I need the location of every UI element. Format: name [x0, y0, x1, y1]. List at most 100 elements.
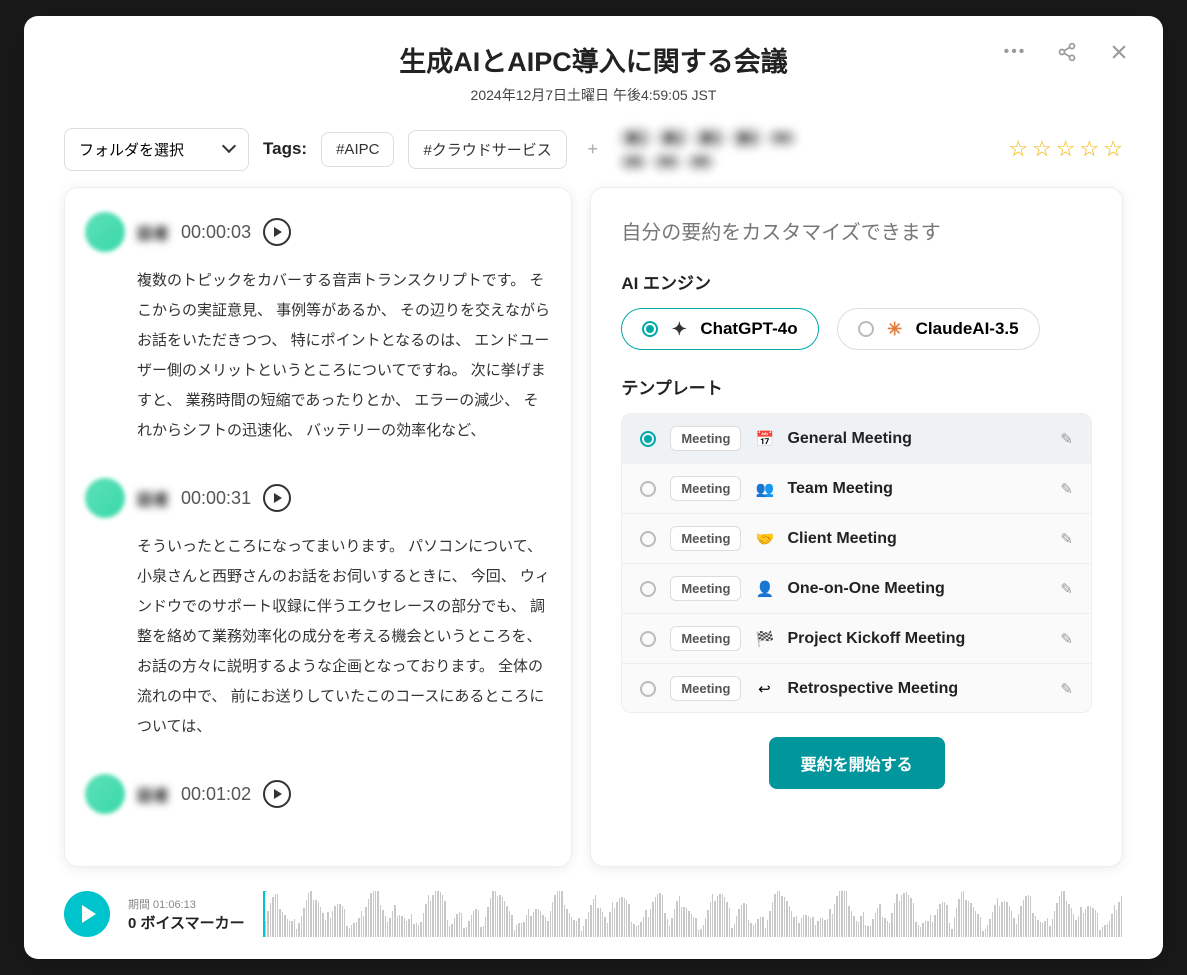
star-icon[interactable]: ☆: [1008, 136, 1028, 162]
speaker-avatar: [85, 212, 125, 252]
folder-select-label: フォルダを選択: [79, 139, 184, 160]
entry-timestamp: 00:00:03: [181, 222, 251, 243]
template-badge: Meeting: [670, 576, 741, 601]
waveform-cursor[interactable]: [263, 891, 265, 937]
engine-name: ClaudeAI-3.5: [916, 319, 1019, 339]
radio-icon: [640, 581, 656, 597]
template-type-icon: 🏁: [755, 630, 773, 648]
gpt-icon: [670, 320, 688, 338]
template-name: General Meeting: [787, 430, 1046, 448]
meeting-title: 生成AIとAIPC導入に関する会議: [64, 40, 1123, 79]
play-segment-button[interactable]: [263, 484, 291, 512]
radio-icon: [640, 531, 656, 547]
participant-chip: S2: [767, 129, 796, 147]
close-icon[interactable]: [1107, 40, 1131, 64]
tags-label: Tags:: [263, 139, 307, 159]
meeting-date: 2024年12月7日土曜日 午後4:59:05 JST: [64, 85, 1123, 105]
template-section-label: テンプレート: [621, 374, 1092, 399]
star-icon[interactable]: ☆: [1103, 136, 1123, 162]
speaker-avatar: [85, 774, 125, 814]
template-badge: Meeting: [670, 626, 741, 651]
template-badge: Meeting: [670, 476, 741, 501]
participant-chip: S4: [652, 153, 681, 171]
participant-chip: S5: [686, 153, 715, 171]
participant-chip: S3: [619, 153, 648, 171]
template-row[interactable]: Meeting 🤝 Client Meeting ✎: [622, 514, 1091, 564]
rating-stars[interactable]: ☆ ☆ ☆ ☆ ☆: [1008, 136, 1123, 162]
template-row[interactable]: Meeting 🏁 Project Kickoff Meeting ✎: [622, 614, 1091, 664]
engine-name: ChatGPT-4o: [700, 319, 797, 339]
template-row[interactable]: Meeting ↩ Retrospective Meeting ✎: [622, 664, 1091, 713]
star-icon[interactable]: ☆: [1056, 136, 1076, 162]
radio-icon: [640, 631, 656, 647]
meeting-modal: 生成AIとAIPC導入に関する会議 2024年12月7日土曜日 午後4:59:0…: [24, 16, 1163, 959]
tag-pill[interactable]: #クラウドサービス: [408, 130, 566, 169]
participant-chip: 参3: [693, 127, 726, 149]
template-list: Meeting 📅 General Meeting ✎ Meeting 👥 Te…: [621, 413, 1092, 713]
edit-icon[interactable]: ✎: [1060, 430, 1073, 448]
engine-option[interactable]: ClaudeAI-3.5: [837, 308, 1040, 350]
template-type-icon: 📅: [755, 430, 773, 448]
radio-icon: [642, 321, 658, 337]
summary-title: 自分の要約をカスタマイズできます: [621, 216, 1092, 245]
template-badge: Meeting: [670, 676, 741, 701]
template-badge: Meeting: [670, 526, 741, 551]
waveform[interactable]: [263, 891, 1123, 937]
speaker-name: 話者: [137, 782, 169, 806]
summary-panel: 自分の要約をカスタマイズできます AI エンジン ChatGPT-4o Clau…: [590, 187, 1123, 867]
transcript-panel: 話者 00:00:03 複数のトピックをカバーする音声トランスクリプトです。 そ…: [64, 187, 572, 867]
engine-section-label: AI エンジン: [621, 269, 1092, 294]
participant-chip: 参4: [730, 127, 763, 149]
template-name: Client Meeting: [787, 530, 1046, 548]
transcript-entry: 話者 00:00:03 複数のトピックをカバーする音声トランスクリプトです。 そ…: [85, 212, 551, 446]
radio-icon: [640, 681, 656, 697]
entry-timestamp: 00:00:31: [181, 488, 251, 509]
edit-icon[interactable]: ✎: [1060, 630, 1073, 648]
participant-chip: 参1: [619, 127, 652, 149]
template-type-icon: 👤: [755, 580, 773, 598]
more-options-icon[interactable]: [1003, 40, 1027, 64]
template-name: Team Meeting: [787, 480, 1046, 498]
participants-list[interactable]: 参1 参2 参3 参4 S2 S3 S4 S5: [619, 127, 819, 171]
transcript-entry: 話者 00:01:02: [85, 774, 551, 814]
edit-icon[interactable]: ✎: [1060, 580, 1073, 598]
chevron-down-icon: [224, 141, 234, 158]
entry-text: そういったところになってまいります。 パソコンについて、 小泉さんと西野さんのお…: [137, 532, 551, 742]
engine-row: ChatGPT-4o ClaudeAI-3.5: [621, 308, 1092, 350]
template-type-icon: ↩: [755, 680, 773, 698]
star-icon[interactable]: ☆: [1080, 136, 1100, 162]
transcript-entry: 話者 00:00:31 そういったところになってまいります。 パソコンについて、…: [85, 478, 551, 742]
modal-header: 生成AIとAIPC導入に関する会議 2024年12月7日土曜日 午後4:59:0…: [24, 16, 1163, 115]
participant-chip: 参2: [656, 127, 689, 149]
folder-select[interactable]: フォルダを選択: [64, 128, 249, 171]
template-type-icon: 👥: [755, 480, 773, 498]
duration-label: 期間 01:06:13: [128, 896, 245, 912]
radio-icon: [640, 431, 656, 447]
edit-icon[interactable]: ✎: [1060, 680, 1073, 698]
speaker-name: 話者: [137, 220, 169, 244]
engine-option[interactable]: ChatGPT-4o: [621, 308, 818, 350]
modal-body: 話者 00:00:03 複数のトピックをカバーする音声トランスクリプトです。 そ…: [24, 187, 1163, 881]
markers-label: 0 ボイスマーカー: [128, 912, 245, 933]
play-segment-button[interactable]: [263, 218, 291, 246]
play-segment-button[interactable]: [263, 780, 291, 808]
template-type-icon: 🤝: [755, 530, 773, 548]
tag-pill[interactable]: #AIPC: [321, 132, 394, 167]
add-tag-button[interactable]: +: [581, 137, 605, 161]
template-name: Retrospective Meeting: [787, 680, 1046, 698]
play-button[interactable]: [64, 891, 110, 937]
share-icon[interactable]: [1055, 40, 1079, 64]
star-icon[interactable]: ☆: [1032, 136, 1052, 162]
template-row[interactable]: Meeting 📅 General Meeting ✎: [622, 414, 1091, 464]
player-info: 期間 01:06:13 0 ボイスマーカー: [128, 896, 245, 933]
edit-icon[interactable]: ✎: [1060, 530, 1073, 548]
radio-icon: [640, 481, 656, 497]
player-bar: 期間 01:06:13 0 ボイスマーカー: [24, 881, 1163, 959]
edit-icon[interactable]: ✎: [1060, 480, 1073, 498]
template-name: Project Kickoff Meeting: [787, 630, 1046, 648]
start-summary-button[interactable]: 要約を開始する: [769, 737, 945, 789]
template-row[interactable]: Meeting 👤 One-on-One Meeting ✎: [622, 564, 1091, 614]
claude-icon: [886, 320, 904, 338]
template-row[interactable]: Meeting 👥 Team Meeting ✎: [622, 464, 1091, 514]
speaker-name: 話者: [137, 486, 169, 510]
